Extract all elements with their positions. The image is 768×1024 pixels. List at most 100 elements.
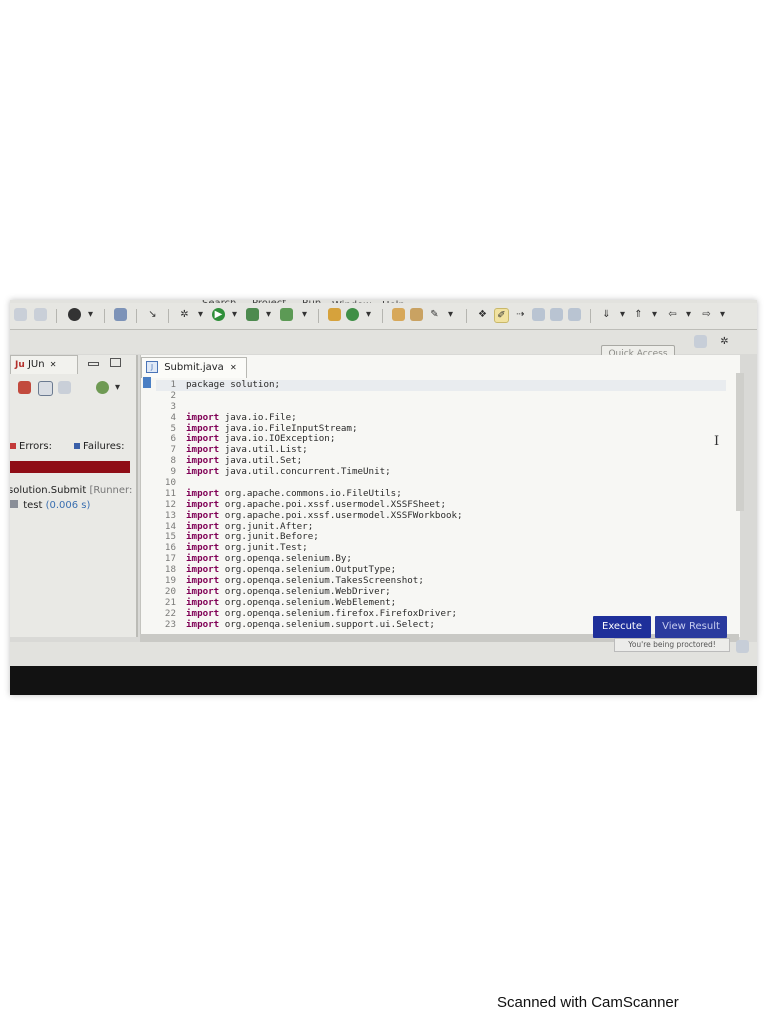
minimize-icon[interactable] (88, 362, 99, 366)
keyword: import (186, 498, 220, 510)
code-line[interactable]: 9 import java.util.concurrent.TimeUnit; (156, 466, 726, 478)
code-text-segment: org.openqa.selenium.By; (219, 553, 352, 565)
main-toolbar: ▾ ↘ ✲ ▾ ▶ ▾ ▾ ▾ ▾ ✎ ▾ ❖ ✐ ⇢ ⇓ ▾ ⇑ ▾ ⇦ ▾ (10, 303, 757, 330)
execute-button[interactable]: Execute (593, 616, 651, 638)
proctored-notice: You're being proctored! (614, 638, 730, 652)
run-icon[interactable]: ▶ (212, 308, 225, 321)
code-text-segment: java.io.File; (219, 411, 297, 423)
line-number: 4 (170, 411, 176, 423)
search-icon[interactable]: ✎ (428, 308, 441, 321)
new-class-icon[interactable] (346, 308, 359, 321)
chevron-down-icon[interactable]: ▾ (444, 308, 457, 321)
forward-icon[interactable]: ⇨ (700, 308, 713, 321)
chevron-down-icon[interactable]: ▾ (298, 308, 311, 321)
chevron-down-icon[interactable]: ▾ (111, 381, 124, 394)
keyword: import (186, 542, 220, 554)
keyword: import (186, 411, 220, 423)
code-text-segment: org.openqa.selenium.OutputType; (219, 564, 397, 576)
code-line[interactable]: 2 (156, 390, 726, 402)
test-icon (10, 500, 18, 508)
code-text-segment: org.openqa.selenium.TakesScreenshot; (219, 575, 424, 587)
chevron-down-icon[interactable]: ▾ (262, 308, 275, 321)
show-whitespace-icon[interactable] (550, 308, 563, 321)
close-icon[interactable]: ✕ (50, 360, 57, 369)
code-text-segment: org.openqa.selenium.WebDriver; (219, 585, 391, 597)
keyword: import (186, 433, 220, 445)
coverage-icon[interactable] (246, 308, 259, 321)
notification-icon[interactable] (736, 640, 749, 653)
code-text-segment: org.apache.poi.xssf.usermodel.XSSFWorkbo… (219, 509, 463, 521)
chevron-down-icon[interactable]: ▾ (84, 308, 97, 321)
tree-test[interactable]: test (0.006 s) (10, 500, 90, 511)
save-icon[interactable] (14, 308, 27, 321)
code-text-segment: org.junit.After; (219, 520, 314, 532)
monitor-bezel (10, 666, 757, 695)
code-text-segment: package solution; (186, 379, 281, 390)
view-result-button[interactable]: View Result (655, 616, 727, 638)
line-number: 23 (164, 618, 176, 630)
keyword: import (186, 575, 220, 587)
prev-failure-icon[interactable] (38, 381, 53, 396)
block-select-icon[interactable] (532, 308, 545, 321)
show-failures-icon[interactable] (58, 381, 71, 394)
suite-runner: [Runner: (89, 485, 133, 496)
perspective-icon[interactable] (68, 308, 81, 321)
line-number: 13 (164, 509, 176, 521)
chevron-down-icon[interactable]: ▾ (682, 308, 695, 321)
keyword: import (186, 618, 220, 630)
keyword: import (186, 596, 220, 608)
keyword: import (186, 607, 220, 619)
junit-tab-label: JUn (27, 359, 45, 370)
code-text-segment: org.openqa.selenium.support.ui.Select; (219, 618, 435, 630)
code-text-segment: org.apache.commons.io.FileUtils; (219, 487, 402, 499)
highlight-icon[interactable]: ✐ (494, 308, 509, 323)
back-icon[interactable]: ⇦ (666, 308, 679, 321)
close-icon[interactable]: ✕ (230, 363, 237, 372)
keyword: import (186, 509, 220, 521)
bookmark-marker (143, 377, 151, 388)
chevron-down-icon[interactable]: ▾ (194, 308, 207, 321)
code-text[interactable]: 1 package solution; 2 3 4 import java.io.File… (156, 379, 726, 630)
rerun-icon[interactable] (96, 381, 109, 394)
debug-icon[interactable]: ✲ (178, 308, 191, 321)
new-java-project-icon[interactable] (328, 308, 341, 321)
toggle-icon[interactable]: ⇢ (514, 308, 527, 321)
external-tools-icon[interactable] (280, 308, 293, 321)
vertical-scrollbar[interactable] (736, 373, 744, 511)
next-failure-icon[interactable] (18, 381, 31, 394)
code-editor[interactable]: J Submit.java ✕ 1 package solution; 2 3 4 imp… (140, 355, 740, 637)
save-all-icon[interactable] (34, 308, 47, 321)
keyword: import (186, 422, 220, 434)
chevron-down-icon[interactable]: ▾ (228, 308, 241, 321)
chevron-down-icon[interactable]: ▾ (716, 308, 729, 321)
tab-junit[interactable]: Ju JUn ✕ (10, 355, 78, 374)
chevron-down-icon[interactable]: ▾ (648, 308, 661, 321)
terminal-icon[interactable] (114, 308, 127, 321)
perspective-java-icon[interactable] (694, 335, 707, 348)
code-line[interactable]: 1 package solution; (156, 379, 726, 391)
chevron-down-icon[interactable]: ▾ (616, 308, 629, 321)
show-doc-icon[interactable] (568, 308, 581, 321)
error-icon (10, 443, 16, 449)
errors-counter: Errors: (10, 441, 52, 452)
keyword: import (186, 585, 220, 597)
tab-submit-java[interactable]: J Submit.java ✕ (141, 357, 247, 378)
chevron-down-icon[interactable]: ▾ (362, 308, 375, 321)
junit-icon: Ju (15, 360, 25, 370)
code-text-segment: java.util.concurrent.TimeUnit; (219, 466, 391, 478)
pin-icon[interactable]: ↘ (146, 308, 159, 321)
open-type-icon[interactable] (392, 308, 405, 321)
open-task-icon[interactable] (410, 308, 423, 321)
test-name: test (23, 500, 43, 511)
debug-perspective-icon[interactable]: ✲ (718, 335, 731, 348)
maximize-icon[interactable] (110, 358, 121, 367)
keyword: import (186, 455, 220, 467)
keyword: import (186, 444, 220, 456)
keyword: import (186, 531, 220, 543)
keyword: import (186, 466, 220, 478)
prev-annotation-icon[interactable]: ⇑ (632, 308, 645, 321)
annotation-icon[interactable]: ❖ (476, 308, 489, 321)
tree-suite[interactable]: solution.Submit [Runner: (10, 485, 132, 496)
next-annotation-icon[interactable]: ⇓ (600, 308, 613, 321)
code-text-segment: java.io.IOException; (219, 433, 336, 445)
